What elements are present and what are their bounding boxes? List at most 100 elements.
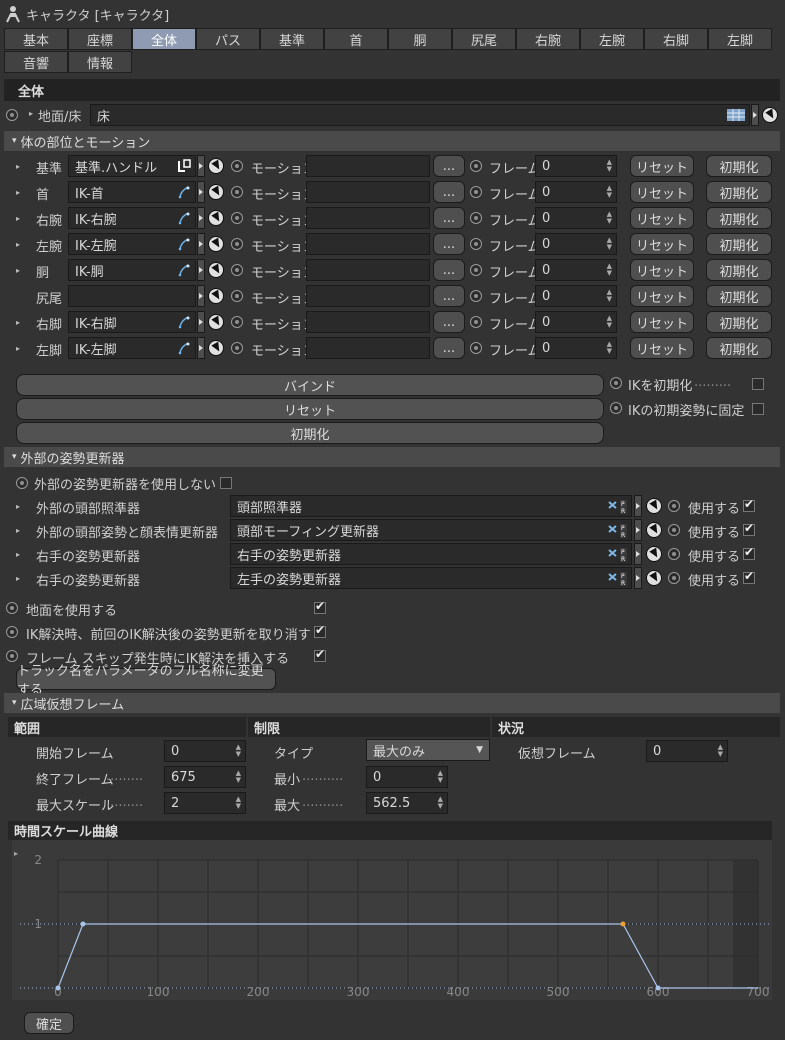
frame-field[interactable]: 0 ▲ ▼ bbox=[535, 311, 617, 333]
updater-field[interactable]: 左手の姿勢更新器 P R bbox=[230, 567, 632, 589]
curve-svg[interactable]: 0 100 200 300 400 500 600 70021▸ bbox=[12, 840, 772, 1000]
frame-anim-circle[interactable] bbox=[470, 290, 482, 302]
target-menu-arrow[interactable] bbox=[197, 259, 205, 281]
part-target-field[interactable]: IK-右脚 bbox=[68, 311, 196, 333]
expand-arrow-icon[interactable]: ▸ bbox=[16, 344, 20, 353]
motion-anim-circle[interactable] bbox=[231, 186, 243, 198]
max-field[interactable]: 562.5 ▲ ▼ bbox=[366, 792, 448, 814]
motion-browse-button[interactable]: ... bbox=[433, 233, 465, 255]
use-anim-circle[interactable] bbox=[668, 572, 680, 584]
motion-field[interactable] bbox=[306, 155, 430, 177]
tab-4[interactable]: 基準 bbox=[260, 28, 324, 50]
pick-icon[interactable] bbox=[208, 314, 224, 330]
motion-field[interactable] bbox=[306, 337, 430, 359]
init-all-button[interactable]: 初期化 bbox=[16, 422, 604, 444]
motion-field[interactable] bbox=[306, 181, 430, 203]
use-checkbox[interactable] bbox=[743, 521, 755, 536]
spinner-icon[interactable]: ▲ ▼ bbox=[607, 185, 612, 199]
frame-anim-circle[interactable] bbox=[470, 212, 482, 224]
frame-field[interactable]: 0 ▲ ▼ bbox=[535, 285, 617, 307]
spinner-icon[interactable]: ▲ ▼ bbox=[607, 341, 612, 355]
use-checkbox[interactable] bbox=[743, 569, 755, 584]
reset-button[interactable]: リセット bbox=[630, 285, 694, 307]
spinner-icon[interactable]: ▲ ▼ bbox=[236, 796, 241, 810]
reset-button[interactable]: リセット bbox=[630, 207, 694, 229]
target-menu-arrow[interactable] bbox=[197, 181, 205, 203]
updater-menu-arrow[interactable] bbox=[634, 543, 642, 565]
frame-field[interactable]: 0 ▲ ▼ bbox=[535, 337, 617, 359]
target-menu-arrow[interactable] bbox=[197, 285, 205, 307]
use-anim-circle[interactable] bbox=[668, 524, 680, 536]
updater-field[interactable]: 頭部モーフィング更新器 P R bbox=[230, 519, 632, 541]
pick-icon[interactable] bbox=[646, 498, 662, 514]
target-menu-arrow[interactable] bbox=[197, 155, 205, 177]
tab-1[interactable]: 座標 bbox=[68, 28, 132, 50]
init-button[interactable]: 初期化 bbox=[706, 181, 772, 203]
spinner-icon[interactable]: ▲ ▼ bbox=[607, 159, 612, 173]
spinner-icon[interactable]: ▲ ▼ bbox=[438, 770, 443, 784]
tab-11[interactable]: 左脚 bbox=[708, 28, 772, 50]
ik-fix-checkbox[interactable] bbox=[752, 403, 764, 415]
pick-icon[interactable] bbox=[208, 158, 224, 174]
tab-3[interactable]: パス bbox=[196, 28, 260, 50]
tab-12[interactable]: 音響 bbox=[4, 51, 68, 73]
reset-button[interactable]: リセット bbox=[630, 155, 694, 177]
min-field[interactable]: 0 ▲ ▼ bbox=[366, 766, 448, 788]
updater-menu-arrow[interactable] bbox=[634, 495, 642, 517]
target-menu-arrow[interactable] bbox=[197, 337, 205, 359]
use-anim-circle[interactable] bbox=[668, 500, 680, 512]
frame-anim-circle[interactable] bbox=[470, 264, 482, 276]
external-disable-checkbox[interactable] bbox=[220, 477, 232, 489]
body-parts-group[interactable]: ▾ 体の部位とモーション bbox=[4, 131, 780, 151]
reset-button[interactable]: リセット bbox=[630, 181, 694, 203]
target-menu-arrow[interactable] bbox=[197, 233, 205, 255]
frame-field[interactable]: 0 ▲ ▼ bbox=[535, 233, 617, 255]
expand-arrow-icon[interactable]: ▸ bbox=[16, 266, 20, 275]
end-frame-field[interactable]: 675 ▲ ▼ bbox=[164, 766, 246, 788]
option-checkbox[interactable] bbox=[314, 599, 326, 614]
expand-arrow-icon[interactable]: ▸ bbox=[16, 526, 20, 535]
part-target-field[interactable]: IK-左腕 bbox=[68, 233, 196, 255]
frame-field[interactable]: 0 ▲ ▼ bbox=[535, 207, 617, 229]
frame-anim-circle[interactable] bbox=[470, 160, 482, 172]
ik-init-anim-circle[interactable] bbox=[610, 377, 622, 389]
target-menu-arrow[interactable] bbox=[197, 311, 205, 333]
motion-browse-button[interactable]: ... bbox=[433, 181, 465, 203]
option-anim-circle[interactable] bbox=[6, 602, 18, 614]
use-checkbox[interactable] bbox=[743, 545, 755, 560]
motion-anim-circle[interactable] bbox=[231, 238, 243, 250]
frame-anim-circle[interactable] bbox=[470, 186, 482, 198]
motion-anim-circle[interactable] bbox=[231, 342, 243, 354]
tab-9[interactable]: 左腕 bbox=[580, 28, 644, 50]
expand-arrow-icon[interactable]: ▸ bbox=[16, 502, 20, 511]
updater-menu-arrow[interactable] bbox=[634, 519, 642, 541]
pick-icon[interactable] bbox=[208, 236, 224, 252]
start-frame-field[interactable]: 0 ▲ ▼ bbox=[164, 740, 246, 762]
option-checkbox[interactable] bbox=[314, 623, 326, 638]
reset-button[interactable]: リセット bbox=[630, 311, 694, 333]
updater-field[interactable]: 頭部照準器 P R bbox=[230, 495, 632, 517]
max-scale-field[interactable]: 2 ▲ ▼ bbox=[164, 792, 246, 814]
frame-anim-circle[interactable] bbox=[470, 316, 482, 328]
external-disable-anim-circle[interactable] bbox=[16, 477, 28, 489]
motion-field[interactable] bbox=[306, 207, 430, 229]
part-target-field[interactable]: 基準.ハンドル bbox=[68, 155, 196, 177]
tab-2[interactable]: 全体 bbox=[132, 28, 196, 50]
expand-arrow-icon[interactable]: ▸ bbox=[16, 318, 20, 327]
expand-arrow-icon[interactable]: ▸ bbox=[16, 214, 20, 223]
part-target-field[interactable]: IK-首 bbox=[68, 181, 196, 203]
ik-fix-anim-circle[interactable] bbox=[610, 402, 622, 414]
pick-icon[interactable] bbox=[208, 288, 224, 304]
part-target-field[interactable]: IK-左脚 bbox=[68, 337, 196, 359]
spinner-icon[interactable]: ▲ ▼ bbox=[607, 263, 612, 277]
spinner-icon[interactable]: ▲ ▼ bbox=[607, 315, 612, 329]
init-button[interactable]: 初期化 bbox=[706, 155, 772, 177]
pick-icon[interactable] bbox=[646, 522, 662, 538]
init-button[interactable]: 初期化 bbox=[706, 259, 772, 281]
motion-browse-button[interactable]: ... bbox=[433, 155, 465, 177]
motion-browse-button[interactable]: ... bbox=[433, 311, 465, 333]
ik-init-checkbox[interactable] bbox=[752, 378, 764, 390]
ground-field[interactable]: 床 bbox=[90, 104, 750, 126]
frame-field[interactable]: 0 ▲ ▼ bbox=[535, 181, 617, 203]
motion-browse-button[interactable]: ... bbox=[433, 259, 465, 281]
